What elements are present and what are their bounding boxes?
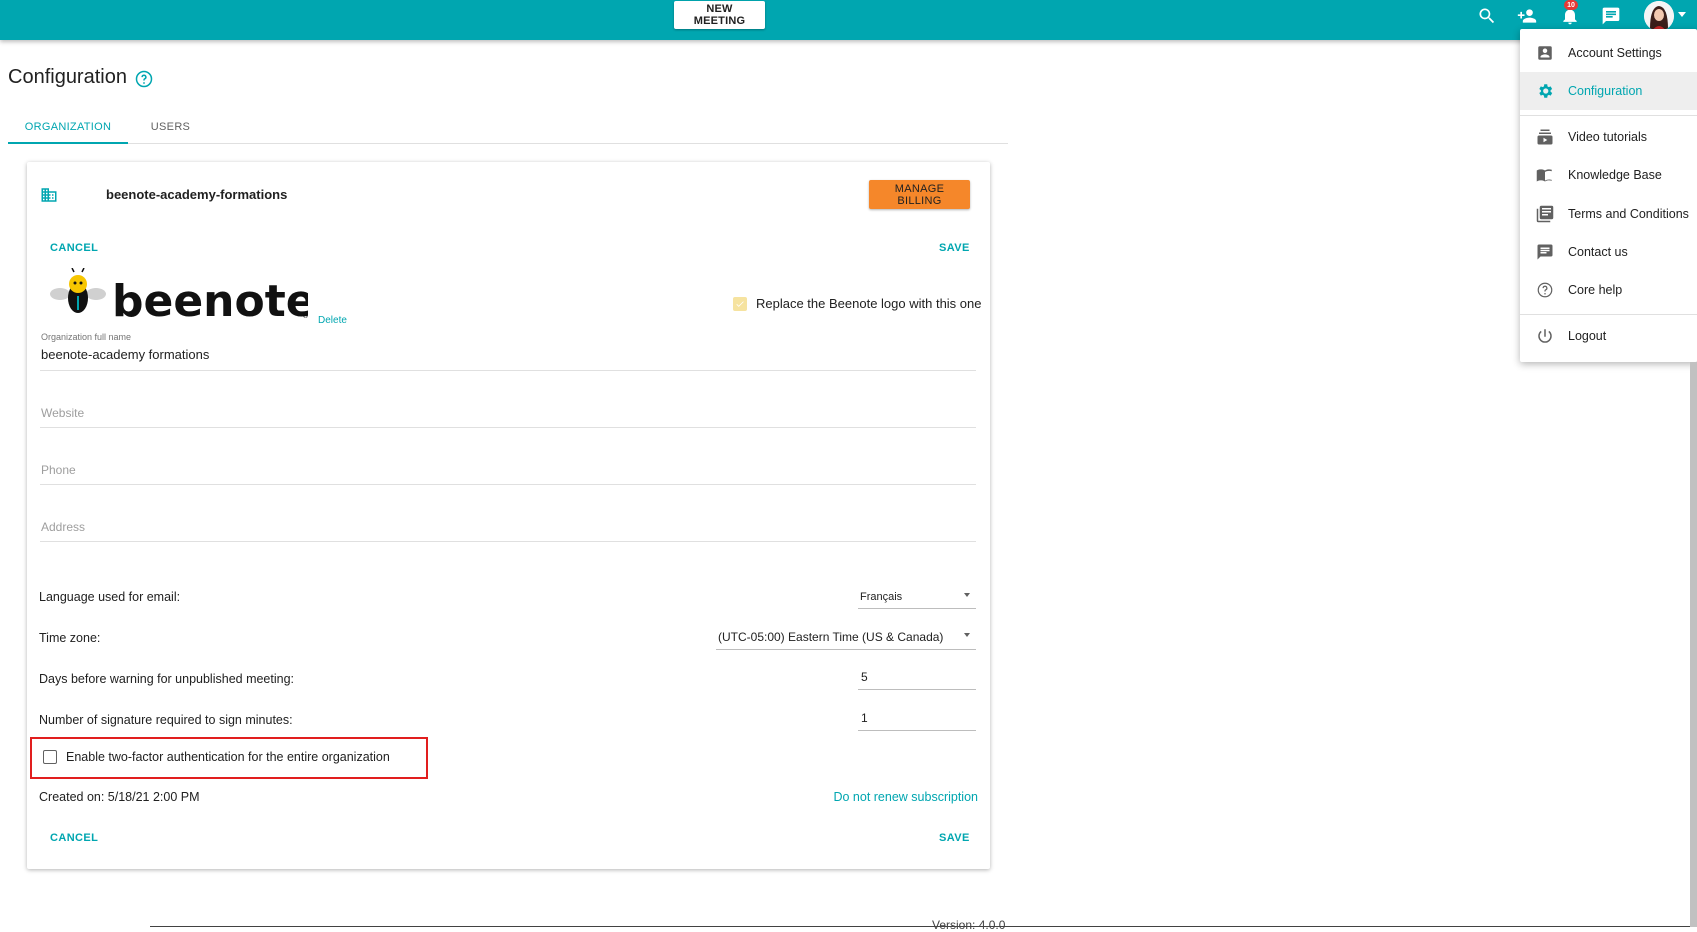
days-warning-value: 5 <box>861 670 868 684</box>
video-library-icon <box>1537 129 1553 145</box>
timezone-select[interactable]: (UTC-05:00) Eastern Time (US & Canada) <box>716 626 976 650</box>
power-icon <box>1538 329 1552 343</box>
tab-users[interactable]: USERS <box>128 111 213 142</box>
two-factor-highlight-box: Enable two-factor authentication for the… <box>30 737 428 779</box>
menu-item-label: Video tutorials <box>1568 130 1647 144</box>
logo-delete-link[interactable]: Delete <box>318 315 347 326</box>
top-bar: NEW MEETING 10 <box>0 0 1697 40</box>
svg-text:®: ® <box>302 312 308 320</box>
tab-organization[interactable]: ORGANIZATION <box>8 111 128 144</box>
help-circle-icon <box>1537 282 1553 298</box>
menu-item-terms-and-conditions[interactable]: Terms and Conditions <box>1520 195 1697 233</box>
language-select[interactable]: Français <box>858 586 976 609</box>
document-list-icon <box>1536 205 1554 223</box>
menu-item-contact-us[interactable]: Contact us <box>1520 233 1697 271</box>
notification-badge: 10 <box>1564 0 1578 10</box>
book-icon <box>1536 169 1552 182</box>
chevron-down-icon <box>964 633 970 637</box>
help-circle-icon[interactable] <box>135 70 153 88</box>
page-title: Configuration <box>8 66 127 88</box>
organization-name: beenote-academy-formations <box>106 187 288 202</box>
address-field[interactable]: Address <box>40 506 976 542</box>
org-full-name-value: beenote-academy formations <box>41 347 210 362</box>
new-meeting-button[interactable]: NEW MEETING <box>674 1 765 29</box>
user-dropdown-menu: Account Settings Configuration Video tut… <box>1520 29 1697 362</box>
phone-field[interactable]: Phone <box>40 449 976 485</box>
do-not-renew-link[interactable]: Do not renew subscription <box>833 790 978 804</box>
search-icon[interactable] <box>1475 4 1499 28</box>
two-factor-label: Enable two-factor authentication for the… <box>66 750 390 764</box>
menu-item-video-tutorials[interactable]: Video tutorials <box>1520 118 1697 156</box>
menu-item-account-settings[interactable]: Account Settings <box>1520 34 1697 72</box>
add-person-icon[interactable] <box>1515 4 1539 28</box>
account-box-icon <box>1538 46 1552 60</box>
org-full-name-field[interactable]: Organization full name beenote-academy f… <box>40 330 976 371</box>
version-text: Version: 4.0.0 <box>932 918 1006 932</box>
menu-item-label: Account Settings <box>1568 46 1662 60</box>
menu-item-knowledge-base[interactable]: Knowledge Base <box>1520 156 1697 194</box>
created-on-text: Created on: 5/18/21 2:00 PM <box>39 790 200 804</box>
menu-item-configuration[interactable]: Configuration <box>1520 72 1697 110</box>
website-placeholder: Website <box>41 406 85 420</box>
user-avatar[interactable] <box>1644 1 1674 31</box>
save-button-top[interactable]: SAVE <box>939 242 970 254</box>
days-warning-label: Days before warning for unpublished meet… <box>39 672 295 686</box>
menu-divider <box>1520 115 1697 116</box>
menu-item-label: Contact us <box>1568 245 1628 259</box>
cancel-button-bottom[interactable]: CANCEL <box>50 832 98 844</box>
tab-bar: ORGANIZATION USERS <box>8 111 1008 144</box>
chat-icon[interactable] <box>1599 4 1623 28</box>
menu-item-label: Configuration <box>1568 84 1643 98</box>
logo-wordmark: beenote <box>112 276 308 324</box>
replace-logo-checkbox[interactable] <box>733 296 747 311</box>
timezone-label: Time zone: <box>39 631 101 645</box>
building-icon <box>41 188 57 202</box>
signatures-value: 1 <box>861 711 868 725</box>
avatar-dropdown-caret-icon[interactable] <box>1678 12 1686 17</box>
replace-logo-label: Replace the Beenote logo with this one <box>756 296 982 311</box>
signatures-label: Number of signature required to sign min… <box>39 713 293 727</box>
language-label: Language used for email: <box>39 590 181 604</box>
cancel-button-top[interactable]: CANCEL <box>50 242 98 254</box>
signatures-input[interactable]: 1 <box>858 708 976 731</box>
phone-placeholder: Phone <box>41 463 76 477</box>
timezone-value: (UTC-05:00) Eastern Time (US & Canada) <box>718 630 944 644</box>
organization-logo: beenote ® <box>50 268 308 324</box>
manage-billing-button[interactable]: MANAGE BILLING <box>869 180 970 209</box>
menu-item-label: Core help <box>1568 283 1623 297</box>
language-value: Français <box>860 591 903 603</box>
gear-icon <box>1539 84 1553 98</box>
menu-item-core-help[interactable]: Core help <box>1520 271 1697 309</box>
menu-item-label: Knowledge Base <box>1568 168 1662 182</box>
days-warning-input[interactable]: 5 <box>858 667 976 690</box>
chevron-down-icon <box>964 593 970 597</box>
organization-card: beenote-academy-formations MANAGE BILLIN… <box>27 162 990 869</box>
page-scrollbar[interactable] <box>1690 362 1697 927</box>
website-field[interactable]: Website <box>40 392 976 428</box>
two-factor-checkbox[interactable] <box>43 750 57 764</box>
address-placeholder: Address <box>41 520 86 534</box>
org-full-name-label: Organization full name <box>41 332 132 342</box>
save-button-bottom[interactable]: SAVE <box>939 832 970 844</box>
menu-item-label: Terms and Conditions <box>1568 207 1689 221</box>
checkmark-icon <box>736 300 744 307</box>
menu-item-label: Logout <box>1568 329 1607 343</box>
menu-divider <box>1520 314 1697 315</box>
replace-logo-option[interactable]: Replace the Beenote logo with this one <box>733 296 982 311</box>
message-icon <box>1537 244 1553 260</box>
menu-item-logout[interactable]: Logout <box>1520 317 1697 355</box>
